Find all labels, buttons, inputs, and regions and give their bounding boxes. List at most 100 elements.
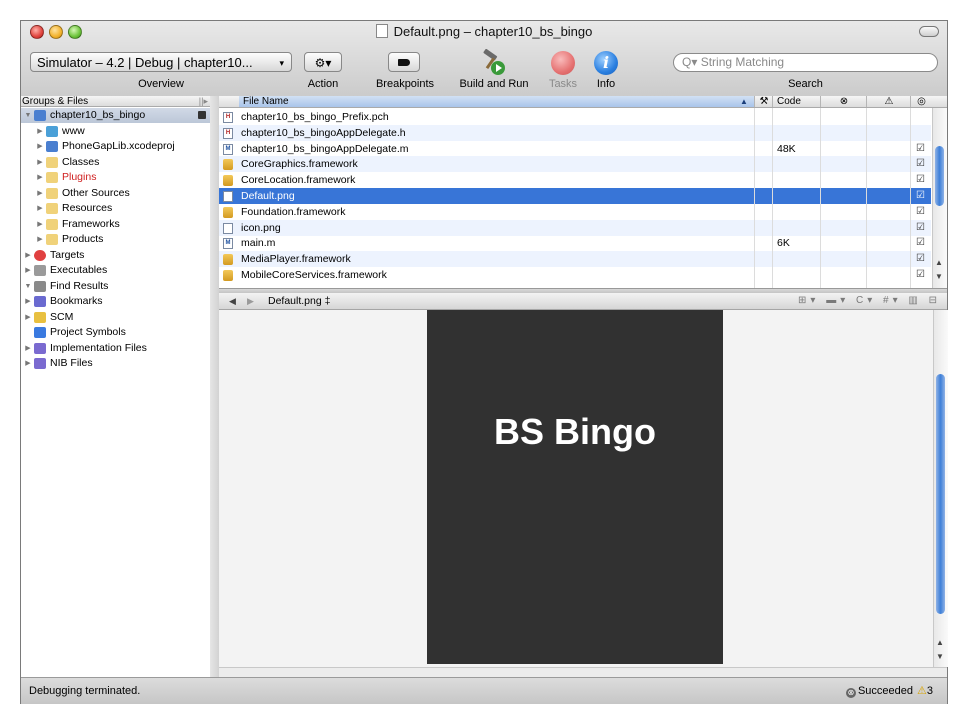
target-checkbox[interactable]: ☑ [916,143,926,154]
scroll-up-arrow-icon[interactable]: ▲ [935,258,943,267]
disclosure-collapsed-icon[interactable]: ▶ [36,170,44,185]
disclosure-collapsed-icon[interactable]: ▶ [36,155,44,170]
sidebar-item-label: Executables [50,264,108,276]
file-row[interactable]: CoreGraphics.framework ☑ [219,156,931,173]
sidebar-item[interactable]: ▶ Executables [21,263,210,278]
build-and-run-button[interactable] [480,48,508,77]
disclosure-collapsed-icon[interactable]: ▶ [24,341,32,356]
forward-arrow-icon[interactable]: ▶ [247,293,254,309]
target-checkbox[interactable]: ☑ [916,222,926,233]
scrollbar-thumb[interactable] [935,146,944,206]
folder-icon [46,203,58,214]
sidebar-header[interactable]: Groups & Files ||▸ [21,96,210,107]
symbols-icon [34,327,46,338]
disclosure-collapsed-icon[interactable]: ▶ [24,310,32,325]
header-file-icon: H [223,112,233,123]
target-checkbox[interactable]: ☑ [916,191,926,201]
sidebar-item[interactable]: ▼ Find Results [21,279,210,294]
breakpoints-button[interactable] [388,52,420,72]
file-row[interactable]: MediaPlayer.framework ☑ [219,251,931,268]
scroll-down-arrow-icon[interactable]: ▼ [935,272,943,281]
search-field[interactable]: Q▾ String Matching [673,53,938,72]
source-file-icon: M [223,238,233,250]
xcode-window: Default.png – chapter10_bs_bingo Simulat… [20,20,948,704]
code-column-header[interactable]: Code [772,96,820,107]
tasks-stop-button[interactable] [551,51,575,75]
sidebar-item[interactable]: ▶ Products [21,232,210,247]
sidebar-item[interactable]: ▶ Frameworks [21,217,210,232]
file-name-column-header[interactable]: File Name [239,96,754,107]
sidebar-item[interactable]: ▼ chapter10_bs_bingo [21,108,210,123]
disclosure-collapsed-icon[interactable]: ▶ [36,232,44,247]
disclosure-collapsed-icon[interactable]: ▶ [24,263,32,278]
scrollbar-thumb[interactable] [936,374,945,614]
sidebar-item[interactable]: ▶ PhoneGapLib.xcodeproj [21,139,210,154]
file-history-popup[interactable]: Default.png ‡ [268,293,330,309]
file-row[interactable]: icon.png ☑ [219,219,931,236]
file-row[interactable]: Hchapter10_bs_bingo_Prefix.pch [219,109,931,125]
disclosure-collapsed-icon[interactable]: ▶ [36,201,44,216]
back-arrow-icon[interactable]: ◀ [229,293,236,309]
sidebar-item-label: chapter10_bs_bingo [50,109,146,121]
code-size: 6K [777,237,790,250]
disclosure-collapsed-icon[interactable]: ▶ [36,186,44,201]
disclosure-expanded-icon[interactable]: ▼ [24,279,32,294]
action-button[interactable]: ⚙▾ [304,52,342,72]
file-row[interactable]: Hchapter10_bs_bingoAppDelegate.h [219,124,931,141]
file-list-scrollbar[interactable]: ▲ ▼ [932,108,947,288]
file-row[interactable]: Mchapter10_bs_bingoAppDelegate.m 48K ☑ [219,141,931,157]
target-column-header[interactable]: ◎ [910,96,932,107]
sidebar-item-label: Find Results [50,279,109,292]
target-checkbox[interactable]: ☑ [916,270,926,280]
search-placeholder: String Matching [700,55,785,69]
column-divider [820,108,821,288]
toolbar-toggle-button[interactable] [919,26,939,37]
disclosure-collapsed-icon[interactable]: ▶ [36,139,44,154]
disclosure-collapsed-icon[interactable]: ▶ [24,248,32,263]
smart-group-icon [34,342,46,354]
target-icon [34,249,46,261]
build-status-icon: ⊗ [845,688,856,698]
build-column-header[interactable]: ⚒ [754,96,773,107]
file-name: CoreGraphics.framework [241,158,358,171]
disclosure-collapsed-icon[interactable]: ▶ [24,356,32,371]
sidebar-item[interactable]: Project Symbols [21,325,210,340]
file-row[interactable]: MobileCoreServices.framework ☑ [219,267,931,283]
hammer-play-icon [483,48,505,75]
build-result[interactable]: ⊗ Succeeded ⚠3 [845,678,933,704]
target-checkbox[interactable]: ☑ [916,206,926,217]
sidebar-item[interactable]: ▶ Implementation Files [21,341,210,356]
sidebar-item[interactable]: ▶ www [21,124,210,139]
sidebar-item[interactable]: ▶ Resources [21,201,210,216]
column-splitter-icon[interactable]: ||▸ [199,96,208,107]
file-row[interactable]: Mmain.m 6K ☑ [219,235,931,251]
sidebar-item[interactable]: ▶ SCM [21,310,210,325]
sidebar-item[interactable]: ▶ Bookmarks [21,294,210,309]
sidebar-item-label: www [62,124,85,137]
disclosure-collapsed-icon[interactable]: ▶ [36,217,44,232]
errors-column-header[interactable]: ⊗ [820,96,867,107]
target-checkbox[interactable]: ☑ [916,159,926,169]
sidebar-item[interactable]: ▶ Targets [21,248,210,263]
sidebar-item[interactable]: ▶ Classes [21,155,210,170]
editor-scrollbar[interactable]: ▲ ▼ [933,310,948,667]
disclosure-expanded-icon[interactable]: ▼ [24,108,32,123]
scroll-down-arrow-icon[interactable]: ▼ [936,652,944,661]
target-checkbox[interactable]: ☑ [916,175,926,185]
target-checkbox[interactable]: ☑ [916,254,926,264]
sidebar-header-label: Groups & Files [22,96,89,107]
file-row[interactable]: Default.png ☑ [219,188,931,204]
sidebar-item[interactable]: ▶ NIB Files [21,356,210,371]
disclosure-collapsed-icon[interactable]: ▶ [36,124,44,139]
editor-tool-icons[interactable]: ⊞▾ ▬▾ C▾ #▾ ▥ ⊟ [798,293,941,309]
target-checkbox[interactable]: ☑ [916,238,926,248]
sidebar-item[interactable]: ▶ Other Sources [21,186,210,201]
file-row[interactable]: Foundation.framework ☑ [219,204,931,220]
file-row[interactable]: CoreLocation.framework ☑ [219,172,931,188]
overview-popup[interactable]: Simulator – 4.2 | Debug | chapter10... ▾ [30,52,292,72]
scroll-up-arrow-icon[interactable]: ▲ [936,638,944,647]
disclosure-collapsed-icon[interactable]: ▶ [24,294,32,309]
sidebar-item[interactable]: ▶ Plugins [21,170,210,185]
info-button[interactable]: i [594,51,618,75]
warnings-column-header[interactable]: ⚠ [866,96,911,107]
